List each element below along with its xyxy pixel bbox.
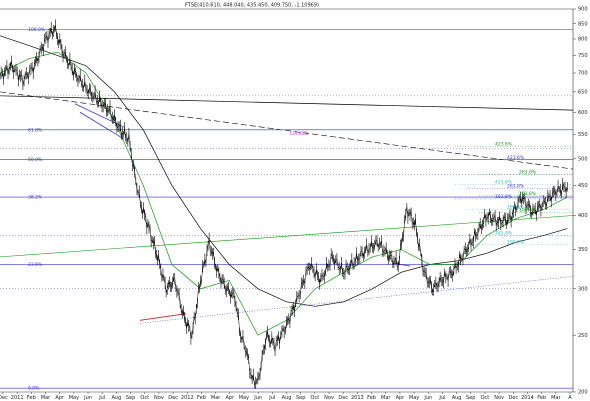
x-tick-label: Jul [438,395,445,401]
y-tick-label: 500 [578,156,588,162]
y-tick-label: 700 [578,71,588,77]
x-tick-label: Mar [381,395,391,401]
x-tick-label: May [239,395,249,401]
x-tick-label: Mar [41,395,51,401]
x-tick-label: Oct [311,395,320,401]
retracement-label: 50.0% [28,157,43,163]
x-tick-label: A [568,395,572,401]
retracement-label: 0.0% [28,386,40,392]
x-tick-label: Feb [367,395,376,401]
y-tick-label: 400 [578,213,588,219]
y-tick-label: 550 [578,132,588,138]
retracement-label: 23.6% [28,262,43,268]
x-tick-label: Jun [253,395,262,401]
x-tick-label: Feb [197,395,206,401]
x-tick-label: Apr [55,395,65,401]
y-tick-label: 850 [578,21,588,27]
y-tick-label: 750 [578,53,588,59]
y-tick-label: 200 [578,390,588,396]
x-tick-label: Dec [338,395,348,401]
x-tick-label: Dec [0,395,8,401]
x-tick-label: Feb [537,395,546,401]
projection-label: 423.6% [507,155,525,161]
x-tick-label: Apr [396,395,406,401]
x-tick-label: Aug [452,395,462,401]
x-tick-label: Aug [282,395,292,401]
x-tick-label: Sep [126,395,135,401]
retracement-label: 100.0% [28,27,46,33]
projection-label: 100.0% [507,240,525,246]
ftse-chart: FTSE(410.610, 448.040, 435.450, 409.750,… [0,0,590,401]
x-tick-label: Jun [423,395,432,401]
x-tick-label: Nov [324,395,334,401]
projection-label: 161.8% [495,231,513,237]
x-tick-label: Nov [494,395,504,401]
projection-label: 423.6% [495,141,513,147]
x-tick-label: 2012 [181,395,194,401]
x-tick-label: Sep [466,395,475,401]
y-tick-label: 900 [578,7,588,13]
x-tick-label: Dec [508,395,518,401]
x-tick-label: 2014 [521,395,534,401]
x-tick-label: Oct [140,395,149,401]
x-tick-label: Sep [296,395,305,401]
y-tick-label: 600 [578,110,588,116]
x-tick-label: 2013 [351,395,364,401]
x-tick-label: Oct [481,395,490,401]
retracement-label: 38.2% [28,195,43,201]
x-tick-label: Apr [225,395,235,401]
x-tick-label: 2011 [11,395,24,401]
projection-label: 261.8% [507,184,525,190]
x-tick-label: May [69,395,79,401]
projection-label: 261.8% [519,170,537,176]
x-tick-label: Mar [211,395,221,401]
projection-label: 161.8% [495,194,513,200]
y-tick-label: 650 [578,90,588,96]
x-tick-label: Jun [83,395,92,401]
chart-title: FTSE(410.610, 448.040, 435.450, 409.750,… [185,3,319,9]
retracement-label: 61.8% [28,127,43,133]
y-tick-label: 350 [578,247,588,253]
x-tick-label: Nov [154,395,164,401]
x-tick-label: May [409,395,419,401]
y-tick-label: 800 [578,37,588,43]
locked-annotation: LOCKED [290,131,309,137]
x-tick-label: Aug [112,395,122,401]
y-tick-label: 250 [578,333,588,339]
x-tick-label: Jul [98,395,105,401]
x-tick-label: Mar [551,395,561,401]
x-tick-label: Feb [27,395,36,401]
projection-label: 161.8% [519,191,537,197]
y-tick-label: 300 [578,286,588,292]
x-tick-label: Dec [168,395,178,401]
x-tick-label: Jul [268,395,275,401]
projection-label: 100.0% [519,208,537,214]
y-tick-label: 450 [578,183,588,189]
